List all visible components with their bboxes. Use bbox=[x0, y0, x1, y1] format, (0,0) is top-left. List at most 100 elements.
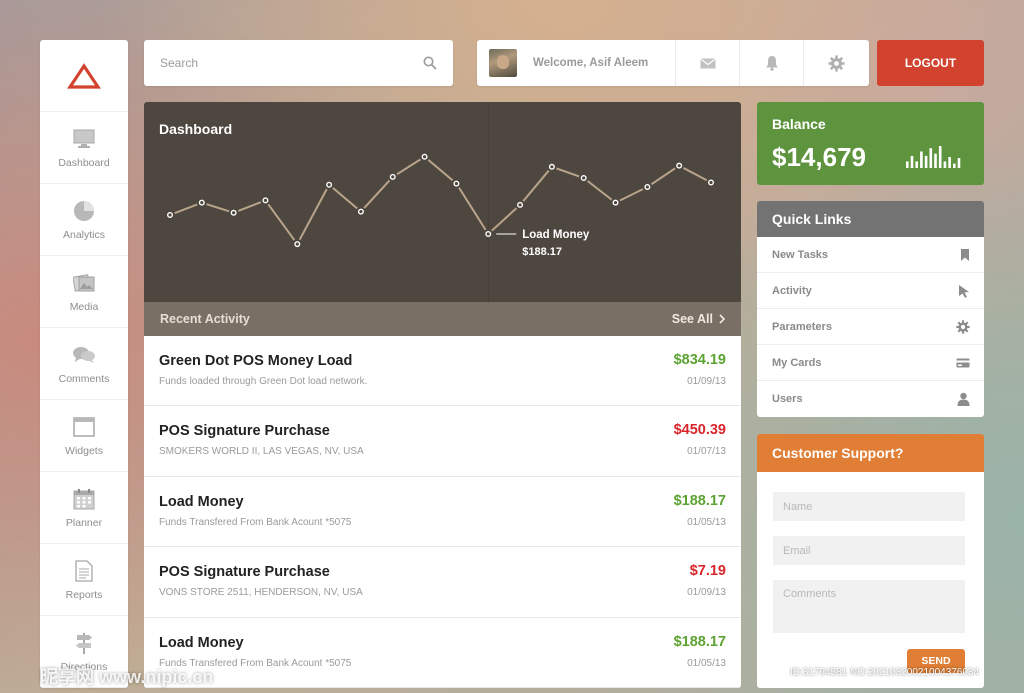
activity-title: POS Signature Purchase bbox=[159, 423, 330, 440]
quick-link-my-cards[interactable]: My Cards bbox=[757, 345, 984, 381]
balance-bar bbox=[906, 161, 909, 168]
activity-amount: $7.19 bbox=[689, 563, 726, 580]
quick-link-parameters[interactable]: Parameters bbox=[757, 309, 984, 345]
activity-subtitle: SMOKERS WORLD II, LAS VEGAS, NV, USA bbox=[159, 446, 364, 458]
quick-link-label: My Cards bbox=[772, 356, 822, 369]
monitor-icon bbox=[72, 127, 96, 151]
logout-button[interactable]: LOGOUT bbox=[877, 40, 984, 86]
sidebar-item-label: Planner bbox=[65, 516, 103, 529]
activity-subtitle: Funds Transfered From Bank Acount *5075 bbox=[159, 516, 352, 528]
sidebar-item-label: Widgets bbox=[65, 444, 103, 457]
signpost-icon bbox=[72, 631, 96, 655]
chart-point-center bbox=[709, 180, 713, 185]
activity-amount: $188.17 bbox=[673, 633, 726, 650]
messages-button[interactable] bbox=[676, 40, 740, 86]
activity-row[interactable]: Load Money Funds Transfered From Bank Aco… bbox=[144, 477, 741, 548]
chart-point-center bbox=[327, 183, 331, 187]
activity-row[interactable]: POS Signature Purchase VONS STORE 2511, H… bbox=[144, 547, 741, 618]
activity-subtitle: Funds Transfered From Bank Acount *5075 bbox=[159, 657, 352, 669]
pie-chart-icon bbox=[72, 199, 96, 223]
chart-point-center bbox=[677, 164, 681, 168]
see-all-link[interactable]: See All bbox=[672, 312, 725, 326]
settings-button[interactable] bbox=[804, 40, 868, 86]
balance-label: Balance bbox=[772, 116, 826, 132]
chart-point-center bbox=[486, 232, 490, 236]
activity-date: 01/07/13 bbox=[687, 446, 726, 458]
sidebar-item-analytics[interactable]: Analytics bbox=[40, 184, 128, 256]
sidebar-item-widgets[interactable]: Widgets bbox=[40, 400, 128, 472]
photos-icon bbox=[72, 271, 96, 295]
calendar-icon bbox=[72, 487, 96, 511]
balance-bar bbox=[910, 155, 914, 168]
quick-link-users[interactable]: Users bbox=[757, 381, 984, 417]
welcome-text: Welcome, Asif Aleem bbox=[533, 57, 649, 69]
chevron-right-icon bbox=[719, 314, 725, 324]
sidebar-item-planner[interactable]: Planner bbox=[40, 472, 128, 544]
chart-point-center bbox=[391, 175, 395, 179]
triangle-logo-icon bbox=[67, 62, 101, 89]
chart-point-center bbox=[168, 213, 172, 217]
quick-links-list: New Tasks Activity Parameters My Cards Users bbox=[757, 237, 984, 417]
dashboard-chart: Load Money $188.17 Dashboard bbox=[144, 102, 741, 302]
search-input[interactable] bbox=[160, 56, 423, 70]
user-icon bbox=[957, 392, 970, 406]
balance-card: Balance $14,679 bbox=[757, 102, 984, 185]
activity-title: Green Dot POS Money Load bbox=[159, 353, 353, 369]
activity-row[interactable]: Green Dot POS Money Load Funds loaded thr… bbox=[144, 336, 741, 407]
balance-sparkbars bbox=[906, 146, 961, 168]
chart-point-center bbox=[613, 201, 618, 205]
sidebar-item-comments[interactable]: Comments bbox=[40, 328, 128, 400]
quick-link-new-tasks[interactable]: New Tasks bbox=[757, 237, 984, 273]
quick-link-activity[interactable]: Activity bbox=[757, 273, 984, 309]
activity-title: Load Money bbox=[159, 634, 244, 651]
brand-watermark: 昵享网 www.nipic.cn bbox=[40, 667, 214, 687]
search-icon[interactable] bbox=[423, 56, 437, 70]
sidebar-item-reports[interactable]: Reports bbox=[40, 544, 128, 616]
line-chart: Load Money $188.17 bbox=[165, 102, 716, 302]
activity-subtitle: VONS STORE 2511, HENDERSON, NV, USA bbox=[159, 587, 363, 599]
customer-support-title: Customer Support? bbox=[772, 445, 904, 461]
tooltip-value: $188.17 bbox=[522, 246, 562, 258]
balance-bar bbox=[920, 151, 923, 168]
chart-point-center bbox=[359, 210, 363, 214]
search-box bbox=[144, 40, 453, 86]
customer-support-header: Customer Support? bbox=[757, 434, 984, 478]
balance-bar bbox=[953, 163, 956, 168]
gear-icon bbox=[956, 319, 970, 334]
dashboard-title: Dashboard bbox=[159, 121, 233, 137]
quick-link-label: Users bbox=[772, 393, 803, 405]
activity-title: Load Money bbox=[159, 493, 244, 510]
avatar[interactable] bbox=[489, 49, 517, 77]
user-profile[interactable]: Welcome, Asif Aleem bbox=[477, 40, 676, 86]
activity-date: 01/05/13 bbox=[687, 657, 726, 669]
chart-point-center bbox=[582, 176, 586, 180]
bookmark-icon bbox=[960, 248, 970, 262]
logo[interactable] bbox=[40, 40, 128, 112]
chart-point-center bbox=[232, 211, 236, 215]
sidebar-item-media[interactable]: Media bbox=[40, 256, 128, 328]
quick-link-label: Activity bbox=[772, 284, 812, 297]
activity-list: Green Dot POS Money Load Funds loaded thr… bbox=[144, 336, 741, 688]
sidebar: Dashboard Analytics Media Comments Widgets Pl… bbox=[40, 40, 128, 688]
balance-bar bbox=[924, 155, 928, 168]
comments-field[interactable] bbox=[773, 580, 965, 633]
email-field[interactable] bbox=[773, 536, 965, 565]
chart-point-center bbox=[200, 201, 204, 205]
activity-date: 01/09/13 bbox=[687, 587, 726, 599]
activity-amount: $188.17 bbox=[673, 492, 726, 509]
sidebar-item-label: Comments bbox=[58, 372, 110, 385]
sidebar-item-label: Media bbox=[69, 300, 99, 313]
quick-link-label: New Tasks bbox=[772, 248, 829, 261]
tooltip-label: Load Money bbox=[522, 229, 590, 241]
chart-point-center bbox=[263, 198, 268, 202]
name-field[interactable] bbox=[773, 492, 965, 521]
id-watermark: ID:31794581 NO:20210320021004376034 bbox=[790, 667, 980, 678]
balance-bar bbox=[948, 157, 951, 168]
notifications-button[interactable] bbox=[740, 40, 804, 86]
recent-activity-title: Recent Activity bbox=[160, 312, 250, 326]
see-all-label: See All bbox=[671, 312, 713, 326]
activity-row[interactable]: Load Money Funds Transfered From Bank Aco… bbox=[144, 618, 741, 688]
activity-row[interactable]: POS Signature Purchase SMOKERS WORLD II, … bbox=[144, 406, 741, 477]
sidebar-item-dashboard[interactable]: Dashboard bbox=[40, 112, 128, 184]
activity-date: 01/09/13 bbox=[687, 376, 726, 387]
